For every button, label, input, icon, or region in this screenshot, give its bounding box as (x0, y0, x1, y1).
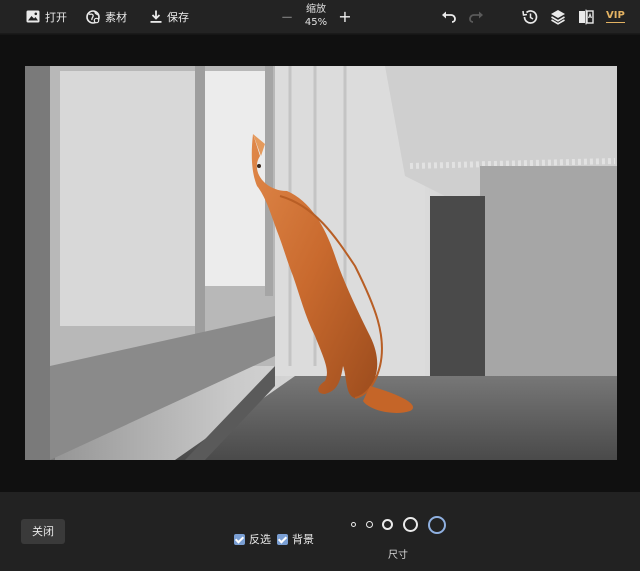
brush-size-4[interactable] (403, 517, 418, 532)
zoom-value: 45% (304, 17, 328, 28)
checkbox-checked-icon (277, 533, 288, 545)
download-icon (150, 10, 162, 23)
brush-size-1[interactable] (351, 522, 356, 527)
image-icon (26, 10, 40, 23)
photo-cat-by-window (25, 66, 617, 460)
open-button[interactable]: 打开 (26, 0, 67, 34)
brush-size-3[interactable] (382, 519, 393, 530)
globe-icon (86, 9, 100, 24)
compare-icon (577, 9, 595, 28)
save-button[interactable]: 保存 (150, 0, 189, 34)
redo-button[interactable] (467, 9, 485, 25)
brush-size-5-selected[interactable] (428, 516, 446, 534)
vip-badge[interactable]: VIP (606, 10, 625, 23)
save-label: 保存 (167, 10, 189, 24)
history-button[interactable] (521, 9, 539, 25)
open-label: 打开 (45, 10, 67, 24)
background-label: 背景 (292, 533, 314, 546)
checkbox-checked-icon (234, 533, 245, 545)
zoom-indicator: 缩放 45% (300, 3, 332, 29)
history-icon (521, 10, 539, 28)
bottom-panel (0, 492, 640, 571)
material-label: 素材 (105, 10, 127, 24)
redo-icon (467, 11, 485, 28)
zoom-title: 缩放 (306, 4, 326, 15)
undo-icon (440, 11, 458, 28)
layers-icon (549, 10, 567, 28)
invert-checkbox[interactable]: 反选 (234, 531, 271, 547)
layers-button[interactable] (549, 9, 567, 25)
undo-button[interactable] (440, 9, 458, 25)
zoom-out-button[interactable]: − (280, 9, 294, 25)
close-button[interactable]: 关闭 (21, 519, 65, 544)
invert-label: 反选 (249, 533, 271, 546)
edited-photo[interactable] (25, 66, 617, 460)
brush-size-label: 尺寸 (388, 550, 408, 561)
compare-button[interactable] (577, 9, 595, 25)
top-toolbar: 打开 素材 保存 − 缩放 45% + VIP (0, 0, 640, 34)
background-checkbox[interactable]: 背景 (277, 531, 314, 547)
zoom-in-button[interactable]: + (337, 8, 353, 26)
brush-size-2[interactable] (366, 521, 373, 528)
material-button[interactable]: 素材 (86, 0, 127, 34)
